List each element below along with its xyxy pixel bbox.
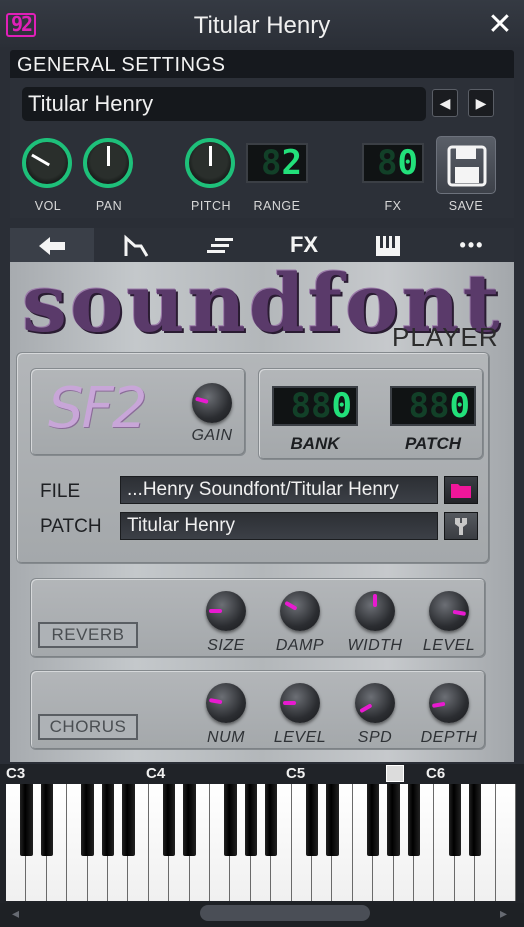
piano-keyboard[interactable] — [6, 784, 516, 901]
chorus-speed-knob[interactable] — [355, 683, 395, 723]
black-key[interactable] — [448, 784, 461, 856]
scroll-left-icon[interactable]: ◂ — [12, 905, 19, 922]
black-key[interactable] — [183, 784, 196, 856]
envelope-icon — [124, 234, 149, 257]
black-key[interactable] — [407, 784, 421, 856]
bank-display[interactable]: 880 — [272, 386, 358, 426]
patch-browse-button[interactable] — [444, 512, 478, 540]
black-key[interactable] — [101, 784, 115, 856]
chorus-depth-knob[interactable] — [429, 683, 469, 723]
scrollbar-thumb[interactable] — [200, 905, 370, 921]
close-icon[interactable]: ✕ — [486, 10, 514, 40]
gain-knob[interactable] — [192, 383, 232, 423]
reverb-width-knob[interactable] — [355, 591, 395, 631]
fx-label: FX — [384, 199, 402, 213]
range-label: RANGE — [253, 199, 301, 213]
sf2-logo: SF2 — [48, 376, 147, 441]
functions-icon — [207, 238, 233, 254]
open-file-button[interactable] — [444, 476, 478, 504]
patch-display-label: PATCH — [404, 434, 462, 453]
black-key[interactable] — [122, 784, 135, 856]
chorus-toggle-button[interactable]: CHORUS — [38, 714, 138, 740]
patch-field[interactable]: Titular Henry — [120, 512, 438, 540]
white-key[interactable] — [495, 784, 516, 901]
black-key[interactable] — [305, 784, 319, 856]
base-note-marker[interactable] — [386, 765, 404, 782]
black-key[interactable] — [244, 784, 257, 856]
fx-channel-display[interactable]: 80 — [362, 143, 424, 183]
instrument-name-field[interactable]: Titular Henry — [22, 87, 426, 121]
next-preset-button[interactable]: ▶ — [468, 89, 494, 117]
scroll-right-icon[interactable]: ▸ — [500, 905, 507, 922]
black-key[interactable] — [265, 784, 278, 856]
chorus-level-knob[interactable] — [280, 683, 320, 723]
octave-label-c4: C4 — [146, 765, 166, 782]
gain-label: GAIN — [191, 427, 233, 444]
reverb-damp-knob[interactable] — [280, 591, 320, 631]
volume-knob[interactable] — [22, 138, 72, 188]
black-key[interactable] — [163, 784, 176, 856]
reverb-damp-label: DAMP — [275, 637, 325, 654]
save-button[interactable] — [436, 136, 496, 194]
octave-label-c3: C3 — [6, 765, 26, 782]
chorus-num-knob[interactable] — [206, 683, 246, 723]
plugin-subtitle: PLAYER — [392, 322, 499, 352]
reverb-level-label: LEVEL — [422, 637, 476, 654]
black-key[interactable] — [81, 784, 94, 856]
chorus-depth-label: DEPTH — [420, 729, 478, 746]
file-label: FILE — [40, 481, 81, 502]
pitch-label: PITCH — [191, 199, 231, 213]
wrench-icon — [455, 518, 467, 535]
pan-knob[interactable] — [83, 138, 133, 188]
bank-label: BANK — [290, 434, 340, 453]
previous-preset-button[interactable]: ◀ — [432, 89, 458, 117]
reverb-level-knob[interactable] — [429, 591, 469, 631]
black-key[interactable] — [40, 784, 53, 856]
black-key[interactable] — [367, 784, 380, 856]
piano-icon — [376, 236, 400, 257]
reverb-size-knob[interactable] — [206, 591, 246, 631]
back-arrow-icon — [39, 237, 65, 256]
folder-icon — [451, 484, 471, 498]
general-settings-heading: GENERAL SETTINGS — [17, 54, 226, 76]
octave-label-c6: C6 — [426, 765, 446, 782]
chorus-speed-label: SPD — [357, 729, 393, 746]
black-key[interactable] — [469, 784, 482, 856]
black-key[interactable] — [224, 784, 237, 856]
file-field[interactable]: ...Henry Soundfont/Titular Henry — [120, 476, 438, 504]
save-label: SAVE — [448, 199, 484, 213]
floppy-disk-icon — [447, 145, 487, 187]
black-key[interactable] — [326, 784, 339, 856]
reverb-toggle-button[interactable]: REVERB — [38, 622, 138, 648]
chorus-num-label: NUM — [207, 729, 245, 746]
instrument-window: 92 Titular Henry ✕ GENERAL SETTINGS Titu… — [0, 0, 524, 927]
reverb-width-label: WIDTH — [347, 637, 403, 654]
octave-label-c5: C5 — [286, 765, 306, 782]
black-key[interactable] — [20, 784, 33, 856]
pan-label: PAN — [95, 199, 123, 213]
patch-display[interactable]: 880 — [390, 386, 476, 426]
black-key[interactable] — [387, 784, 400, 856]
vol-label: VOL — [34, 199, 62, 213]
patch-field-label: PATCH — [40, 516, 102, 537]
pitch-knob[interactable] — [185, 138, 235, 188]
range-display[interactable]: 82 — [246, 143, 308, 183]
chorus-level-label: LEVEL — [273, 729, 327, 746]
reverb-size-label: SIZE — [207, 637, 245, 654]
window-title: Titular Henry — [193, 12, 331, 39]
